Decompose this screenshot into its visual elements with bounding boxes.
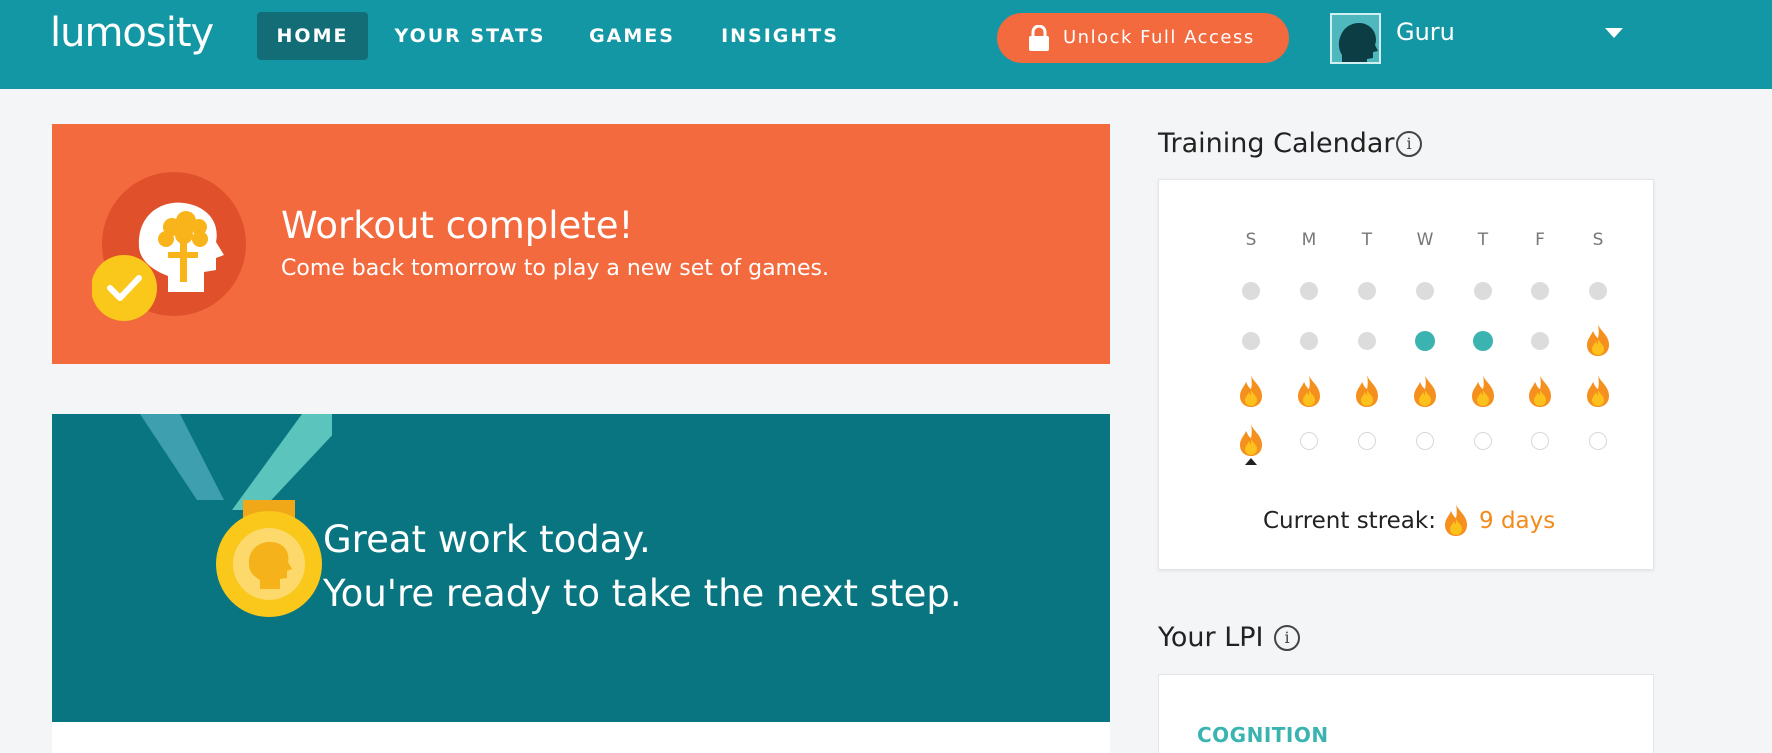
calendar-day-streak[interactable]: [1236, 375, 1266, 407]
calendar-day-past[interactable]: [1410, 276, 1440, 306]
flame-icon: [1298, 375, 1320, 407]
calendar-dot: [1300, 432, 1318, 450]
calendar-day-played[interactable]: [1468, 326, 1498, 356]
calendar-day-future[interactable]: [1583, 426, 1613, 456]
calendar-day-played[interactable]: [1410, 326, 1440, 356]
calendar-dot: [1473, 331, 1493, 351]
calendar-day-past[interactable]: [1352, 276, 1382, 306]
lpi-card: COGNITION: [1158, 674, 1654, 753]
calendar-day-streak[interactable]: [1236, 424, 1266, 456]
nav-games[interactable]: GAMES: [580, 12, 684, 60]
training-calendar-title: Training Calendar: [1158, 128, 1395, 159]
calendar-dot: [1358, 332, 1376, 350]
calendar-dot: [1589, 432, 1607, 450]
calendar-dot: [1531, 332, 1549, 350]
lumosity-logo[interactable]: lumosity: [50, 10, 214, 56]
calendar-day-past[interactable]: [1583, 276, 1613, 306]
great-work-card: Great work today. You're ready to take t…: [52, 414, 1110, 722]
nav-insights[interactable]: INSIGHTS: [705, 12, 855, 60]
weekday-header: T: [1477, 230, 1489, 250]
flame-icon: [1240, 424, 1262, 456]
great-work-line2: You're ready to take the next step.: [323, 572, 962, 615]
calendar-dot: [1358, 282, 1376, 300]
calendar-dot: [1300, 282, 1318, 300]
calendar-dot: [1531, 432, 1549, 450]
flame-icon: [1587, 324, 1609, 356]
nav-home[interactable]: HOME: [257, 12, 368, 60]
calendar-dot: [1300, 332, 1318, 350]
nav-your-stats[interactable]: YOUR STATS: [385, 12, 555, 60]
workout-complete-card: Workout complete! Come back tomorrow to …: [52, 124, 1110, 364]
flame-icon: [1445, 504, 1467, 536]
calendar-day-streak[interactable]: [1410, 375, 1440, 407]
calendar-day-past[interactable]: [1525, 276, 1555, 306]
calendar-day-past[interactable]: [1525, 326, 1555, 356]
calendar-day-future[interactable]: [1468, 426, 1498, 456]
info-icon[interactable]: i: [1274, 625, 1300, 651]
calendar-dot: [1416, 282, 1434, 300]
calendar-dot: [1358, 432, 1376, 450]
workout-title: Workout complete!: [281, 204, 634, 247]
calendar-day-past[interactable]: [1236, 276, 1266, 306]
calendar-day-future[interactable]: [1352, 426, 1382, 456]
top-nav-bar: lumosity HOME YOUR STATS GAMES INSIGHTS …: [0, 0, 1772, 89]
calendar-day-past[interactable]: [1294, 276, 1324, 306]
training-calendar-card: Current streak: 9 days S M T W T F S: [1158, 179, 1654, 570]
user-head-icon: [1338, 23, 1378, 62]
info-icon[interactable]: i: [1396, 131, 1422, 157]
calendar-day-streak[interactable]: [1583, 375, 1613, 407]
chevron-down-icon[interactable]: [1605, 28, 1623, 38]
weekday-header: S: [1245, 230, 1257, 250]
flame-icon: [1529, 375, 1551, 407]
calendar-dot: [1242, 282, 1260, 300]
calendar-day-streak[interactable]: [1468, 375, 1498, 407]
calendar-dot: [1242, 332, 1260, 350]
calendar-day-past[interactable]: [1236, 326, 1266, 356]
calendar-day-streak[interactable]: [1294, 375, 1324, 407]
unlock-full-access-button[interactable]: Unlock Full Access: [997, 13, 1289, 63]
workout-subtitle: Come back tomorrow to play a new set of …: [281, 256, 829, 281]
calendar-day-streak[interactable]: [1525, 375, 1555, 407]
avatar[interactable]: [1330, 13, 1381, 64]
medal-icon: [140, 414, 332, 617]
cognition-label: COGNITION: [1197, 723, 1329, 747]
unlock-label: Unlock Full Access: [1063, 27, 1255, 48]
lock-icon: [1029, 25, 1049, 51]
calendar-dot: [1415, 331, 1435, 351]
flame-icon: [1587, 375, 1609, 407]
calendar-dot: [1474, 282, 1492, 300]
weekday-header: W: [1416, 230, 1434, 250]
calendar-day-streak[interactable]: [1583, 324, 1613, 356]
calendar-dot: [1416, 432, 1434, 450]
weekday-header: F: [1535, 230, 1545, 250]
great-work-line1: Great work today.: [323, 518, 651, 561]
weekday-header: M: [1301, 230, 1317, 250]
flame-icon: [1356, 375, 1378, 407]
calendar-dot: [1589, 282, 1607, 300]
calendar-day-future[interactable]: [1525, 426, 1555, 456]
flame-icon: [1472, 375, 1494, 407]
calendar-day-streak[interactable]: [1352, 375, 1382, 407]
next-card: [52, 722, 1110, 753]
calendar-dot: [1531, 282, 1549, 300]
calendar-day-future[interactable]: [1294, 426, 1324, 456]
user-name[interactable]: Guru: [1396, 18, 1455, 46]
weekday-header: T: [1361, 230, 1373, 250]
weekday-header: S: [1592, 230, 1604, 250]
streak-value: 9 days: [1479, 508, 1556, 534]
today-marker: [1245, 458, 1257, 465]
calendar-dot: [1474, 432, 1492, 450]
calendar-day-past[interactable]: [1352, 326, 1382, 356]
streak-label: Current streak:: [1263, 508, 1436, 534]
calendar-day-past[interactable]: [1294, 326, 1324, 356]
lpi-title: Your LPI: [1158, 622, 1264, 653]
flame-icon: [1240, 375, 1262, 407]
calendar-day-future[interactable]: [1410, 426, 1440, 456]
brain-head-check-icon: [92, 172, 246, 321]
flame-icon: [1414, 375, 1436, 407]
calendar-day-past[interactable]: [1468, 276, 1498, 306]
